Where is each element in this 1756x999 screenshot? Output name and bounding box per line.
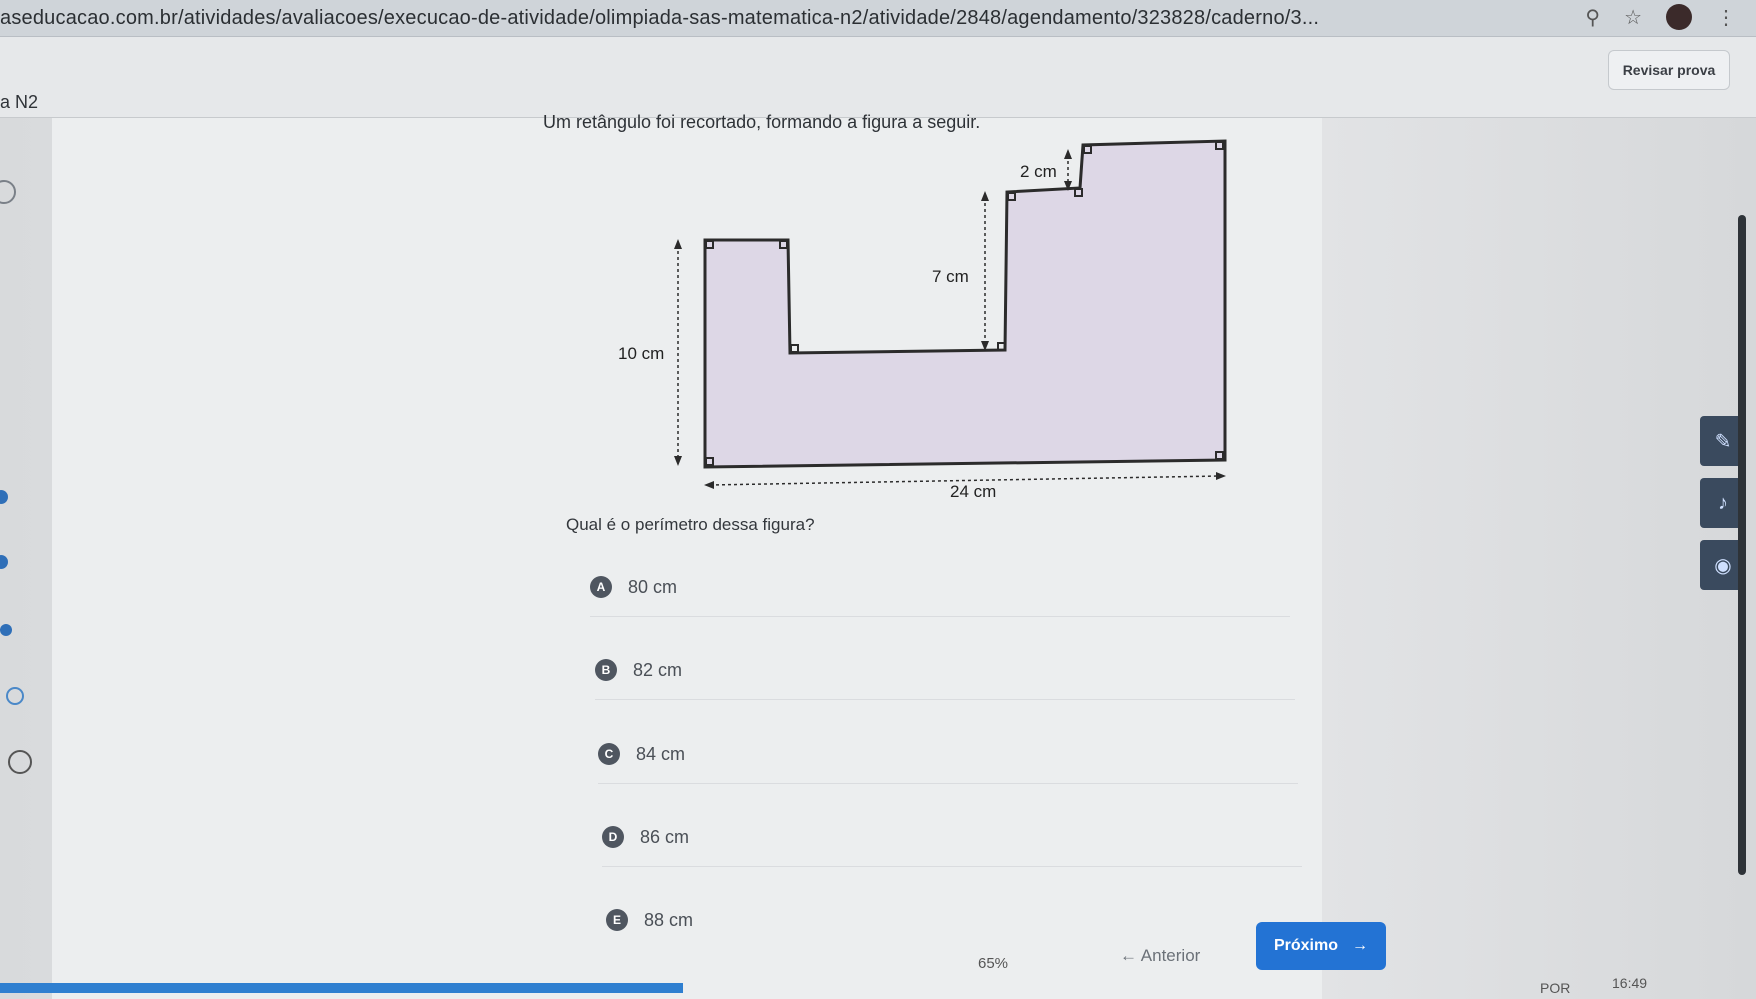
figure-shape: [703, 139, 1227, 469]
option-b[interactable]: B 82 cm: [595, 641, 1295, 700]
nav-dot[interactable]: [0, 490, 8, 504]
label-10cm: 10 cm: [618, 344, 664, 363]
option-letter-badge: A: [590, 576, 612, 598]
page-header: [0, 37, 1756, 118]
address-bar[interactable]: aseducacao.com.br/atividades/avaliacoes/…: [0, 0, 1756, 37]
clock: 16:49: [1612, 975, 1648, 991]
option-c[interactable]: C 84 cm: [598, 725, 1298, 784]
label-24cm: 24 cm: [950, 482, 996, 501]
label-7cm: 7 cm: [932, 267, 969, 286]
page-title: a N2: [0, 92, 39, 112]
nav-dot[interactable]: [0, 624, 12, 636]
browser-actions: ⚲ ☆ ⋮: [1585, 4, 1736, 30]
progress-text: 65%: [978, 955, 1009, 972]
question-prompt: Qual é o perímetro dessa figura?: [566, 515, 815, 534]
arrow-right-icon: →: [1352, 937, 1368, 954]
review-exam-button[interactable]: Revisar prova: [1608, 50, 1730, 90]
cut-rectangle-figure: 2 cm 7 cm 10 cm 24 cm: [618, 139, 1227, 501]
nav-dot[interactable]: [8, 750, 32, 774]
next-button[interactable]: Próximo →: [1256, 922, 1386, 970]
next-button-label: Próximo: [1273, 937, 1338, 954]
star-icon[interactable]: ☆: [1624, 5, 1642, 30]
option-letter-badge: E: [606, 909, 628, 931]
label-2cm: 2 cm: [1020, 162, 1057, 181]
scrollbar[interactable]: [1738, 215, 1746, 875]
menu-icon[interactable]: ⋮: [1716, 5, 1736, 30]
option-text: 88 cm: [644, 909, 694, 930]
nav-dot[interactable]: [0, 180, 16, 204]
option-text: 82 cm: [633, 659, 683, 680]
progress-bar: [0, 983, 683, 993]
search-icon[interactable]: ⚲: [1585, 5, 1600, 30]
question-statement: Um retângulo foi recortado, formando a f…: [543, 112, 981, 132]
url-text[interactable]: aseducacao.com.br/atividades/avaliacoes/…: [0, 7, 1319, 30]
nav-dot[interactable]: [0, 555, 8, 569]
language-indicator: POR: [1540, 980, 1571, 996]
option-d[interactable]: D 86 cm: [602, 808, 1302, 867]
option-letter-badge: B: [595, 659, 617, 681]
option-a[interactable]: A 80 cm: [590, 558, 1290, 617]
option-text: 84 cm: [636, 743, 686, 764]
nav-dot[interactable]: [6, 687, 24, 705]
option-text: 80 cm: [628, 576, 678, 597]
previous-button[interactable]: ← Anterior: [1120, 946, 1200, 966]
option-e[interactable]: E 88 cm: [606, 891, 1306, 949]
option-letter-badge: D: [602, 826, 624, 848]
option-text: 86 cm: [640, 826, 690, 847]
profile-avatar[interactable]: [1666, 4, 1692, 30]
option-letter-badge: C: [598, 743, 620, 765]
